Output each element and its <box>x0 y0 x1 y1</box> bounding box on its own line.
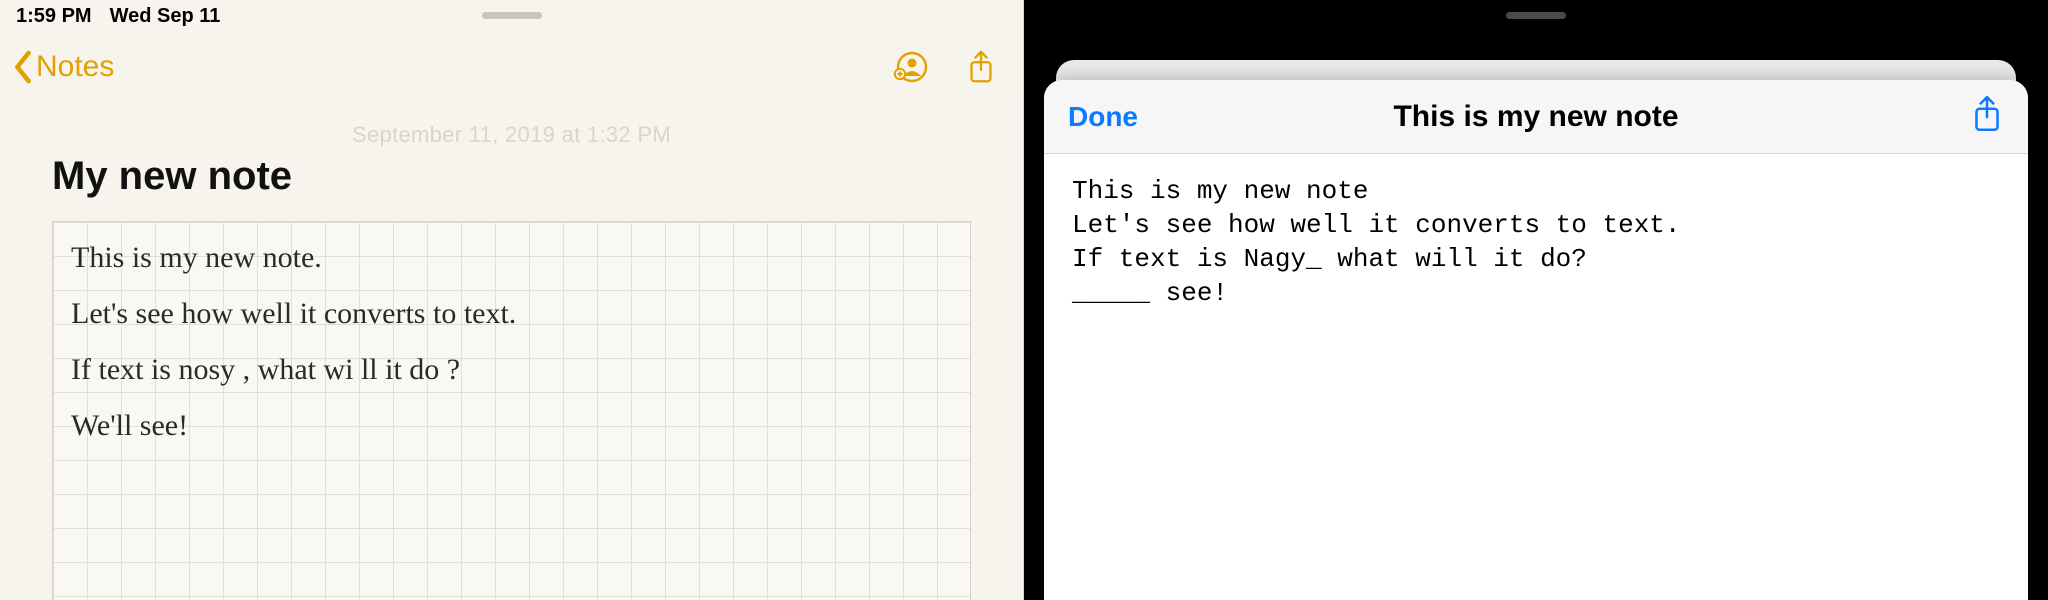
notes-app-pane: 1:59 PM Wed Sep 11 Notes <box>0 0 1024 600</box>
share-icon <box>1970 94 2004 134</box>
back-button[interactable]: Notes <box>12 50 114 84</box>
text-conversion-pane: Done This is my new note This is my new … <box>1024 0 2048 600</box>
sheet-share-button[interactable] <box>1970 94 2004 139</box>
handwriting-line: This is my new note. <box>71 230 952 286</box>
multitask-grabber[interactable] <box>1506 12 1566 19</box>
status-date: Wed Sep 11 <box>110 5 221 28</box>
converted-text[interactable]: This is my new note Let's see how well i… <box>1044 154 2028 600</box>
handwriting-line: Let's see how well it converts to text. <box>71 286 952 342</box>
status-bar: 1:59 PM Wed Sep 11 <box>0 0 1023 32</box>
sheet-title: This is my new note <box>1044 100 2028 134</box>
note-timestamp: September 11, 2019 at 1:32 PM <box>52 122 971 148</box>
handwriting-line: If text is nosy , what wi ll it do ? <box>71 342 952 398</box>
status-time: 1:59 PM <box>16 5 92 28</box>
chevron-left-icon <box>12 50 34 84</box>
conversion-sheet: Done This is my new note This is my new … <box>1044 80 2028 600</box>
share-button[interactable] <box>959 45 1003 89</box>
done-button[interactable]: Done <box>1068 101 1138 133</box>
note-title[interactable]: My new note <box>52 154 971 199</box>
note-body: September 11, 2019 at 1:32 PM My new not… <box>0 102 1023 600</box>
notes-nav-bar: Notes <box>0 32 1023 102</box>
add-collaborator-button[interactable] <box>889 45 933 89</box>
handwriting-canvas[interactable]: This is my new note. Let's see how well … <box>52 221 971 600</box>
back-label: Notes <box>36 50 114 84</box>
handwriting-line: We'll see! <box>71 398 952 454</box>
share-icon <box>963 49 999 85</box>
multitask-grabber[interactable] <box>482 12 542 19</box>
sheet-nav-bar: Done This is my new note <box>1044 80 2028 154</box>
person-add-icon <box>893 49 929 85</box>
